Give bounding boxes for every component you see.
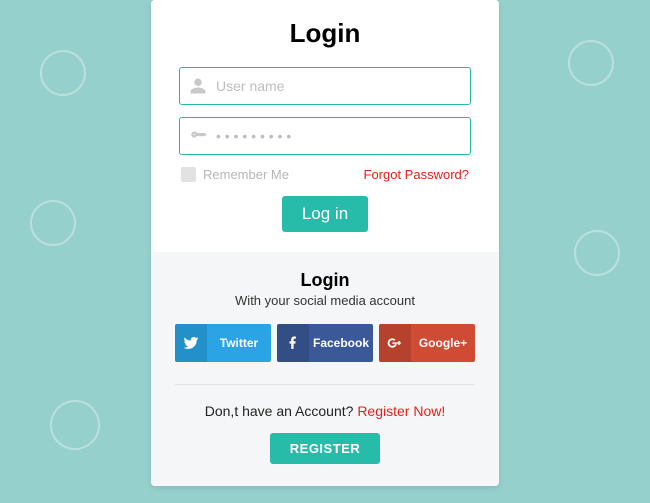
login-card: Login Remember Me Forgot Password? Log i…: [151, 0, 499, 486]
key-icon: [189, 127, 207, 145]
divider: [175, 384, 475, 385]
google-label: Google+: [411, 324, 475, 362]
username-wrap: [179, 67, 471, 105]
facebook-button[interactable]: Facebook: [277, 324, 373, 362]
social-buttons-row: Twitter Facebook Google+: [175, 324, 475, 362]
password-wrap: [179, 117, 471, 155]
forgot-password-link[interactable]: Forgot Password?: [364, 167, 470, 182]
remember-me-checkbox[interactable]: Remember Me: [181, 167, 289, 182]
password-input[interactable]: [179, 117, 471, 155]
remember-label: Remember Me: [203, 167, 289, 182]
google-button[interactable]: Google+: [379, 324, 475, 362]
register-button[interactable]: REGISTER: [270, 433, 380, 464]
register-prompt: Don,t have an Account? Register Now!: [175, 403, 475, 419]
login-button[interactable]: Log in: [282, 196, 368, 232]
facebook-icon: [277, 324, 309, 362]
login-form-section: Login Remember Me Forgot Password? Log i…: [151, 0, 499, 252]
facebook-label: Facebook: [309, 324, 373, 362]
social-title: Login: [175, 270, 475, 291]
register-prompt-text: Don,t have an Account?: [205, 403, 358, 419]
login-title: Login: [179, 18, 471, 49]
register-link[interactable]: Register Now!: [357, 403, 445, 419]
bg-deco: [30, 200, 76, 246]
options-row: Remember Me Forgot Password?: [179, 167, 471, 182]
twitter-button[interactable]: Twitter: [175, 324, 271, 362]
bg-deco: [574, 230, 620, 276]
twitter-icon: [175, 324, 207, 362]
twitter-label: Twitter: [207, 324, 271, 362]
social-subtitle: With your social media account: [175, 293, 475, 308]
google-plus-icon: [379, 324, 411, 362]
social-section: Login With your social media account Twi…: [151, 252, 499, 486]
checkbox-box: [181, 167, 196, 182]
bg-deco: [40, 50, 86, 96]
bg-deco: [568, 40, 614, 86]
user-icon: [189, 77, 207, 95]
bg-deco: [50, 400, 100, 450]
username-input[interactable]: [179, 67, 471, 105]
